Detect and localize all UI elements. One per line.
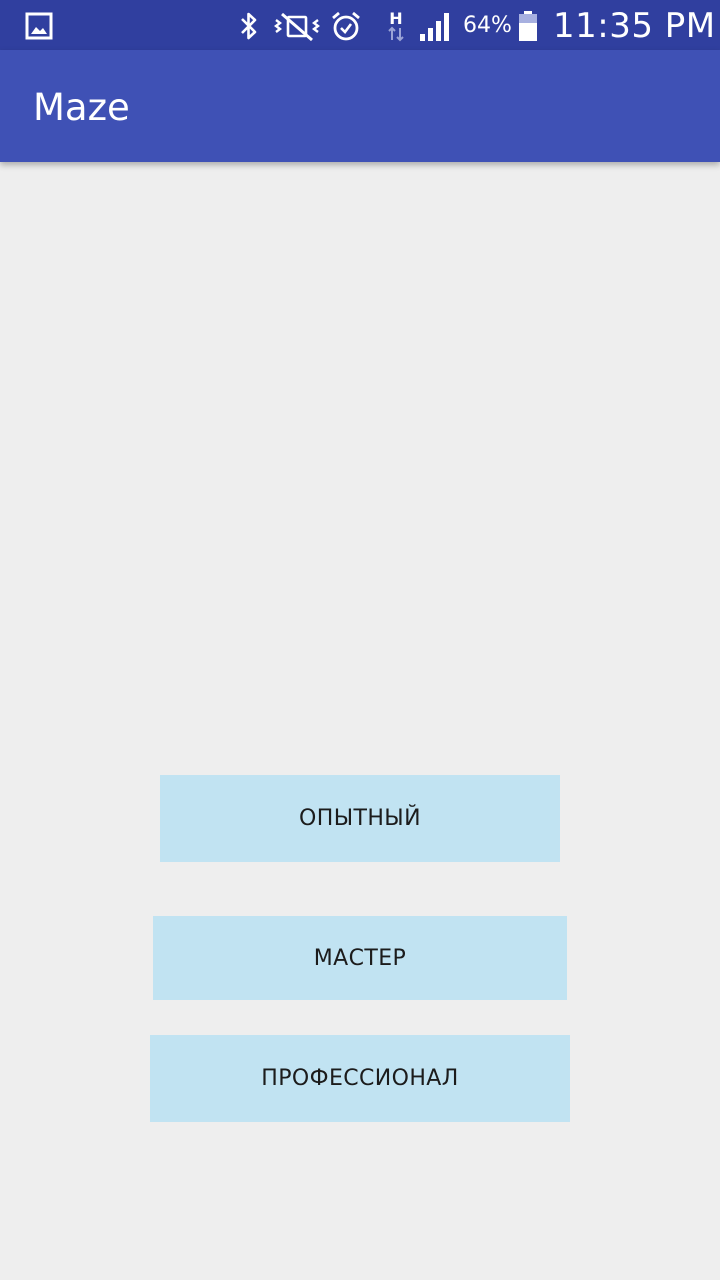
level-experienced-button[interactable]: ОПЫТНЫЙ	[160, 775, 560, 862]
level-professional-button[interactable]: ПРОФЕССИОНАЛ	[150, 1035, 570, 1122]
network-h-icon: H	[388, 10, 404, 42]
app-title: Maze	[33, 86, 130, 129]
app-bar: Maze	[0, 50, 720, 162]
status-bar: H 64% 11:35 PM	[0, 0, 720, 50]
gallery-icon	[25, 12, 53, 40]
signal-icon	[420, 13, 449, 41]
level-master-button[interactable]: МАСТЕР	[153, 916, 567, 1000]
battery-percentage: 64%	[463, 13, 512, 38]
alarm-icon	[332, 11, 360, 41]
status-clock: 11:35 PM	[553, 6, 716, 46]
battery-icon	[519, 11, 537, 41]
vibrate-icon	[274, 12, 320, 42]
bluetooth-icon	[241, 12, 257, 40]
svg-text:H: H	[389, 10, 402, 28]
